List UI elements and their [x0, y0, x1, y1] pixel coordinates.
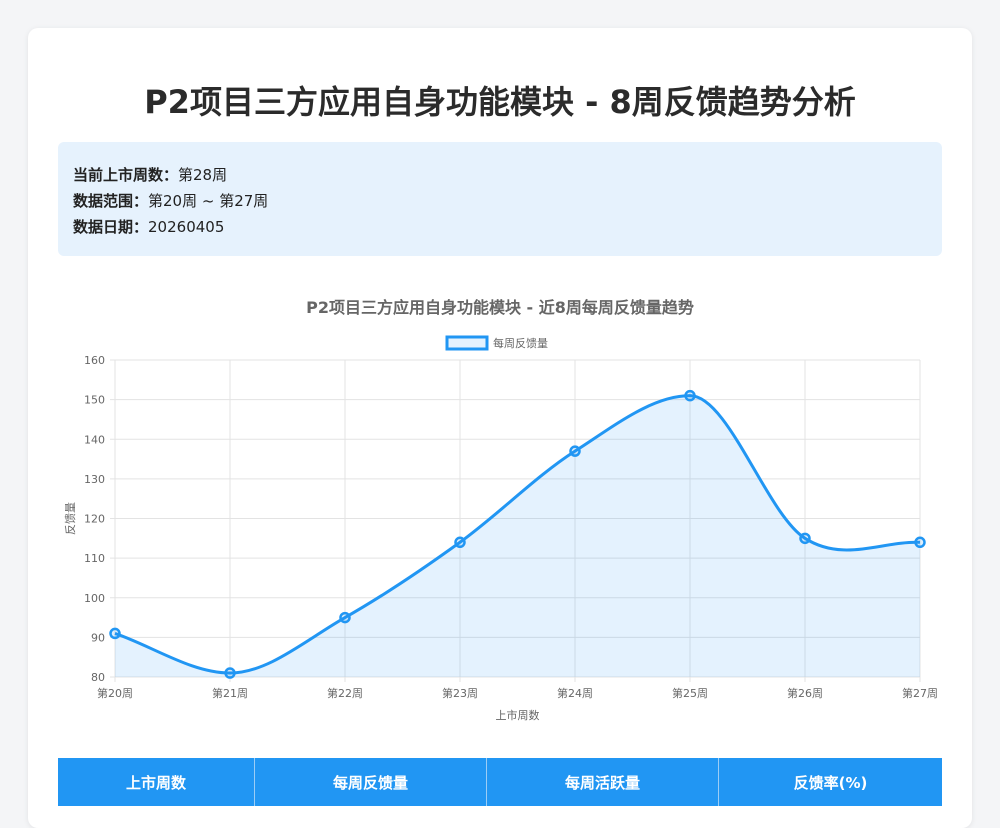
y-axis-title: 反馈量: [64, 502, 77, 535]
data-point: [684, 389, 696, 402]
x-tick-label: 第21周: [212, 686, 248, 700]
data-point: [799, 532, 811, 545]
x-tick-label: 第22周: [327, 686, 363, 700]
y-tick-label: 130: [84, 473, 105, 486]
info-row-current-week: 当前上市周数：第28周: [73, 162, 942, 188]
legend-label: 每周反馈量: [493, 336, 548, 350]
y-tick-label: 140: [84, 433, 105, 446]
info-value: 第20周 ~ 第27周: [148, 192, 269, 210]
info-row-data-date: 数据日期：20260405: [73, 214, 942, 240]
series-area-fill: [115, 395, 920, 677]
info-label: 当前上市周数：: [73, 166, 179, 184]
table-header-feedback: 每周反馈量: [255, 758, 487, 806]
data-point: [224, 667, 236, 679]
x-tick-label: 第20周: [97, 686, 133, 700]
info-box: 当前上市周数：第28周 数据范围：第20周 ~ 第27周 数据日期：202604…: [58, 142, 942, 256]
x-tick-label: 第24周: [557, 686, 593, 700]
page-title: P2项目三方应用自身功能模块 - 8周反馈趋势分析: [144, 83, 856, 121]
info-value: 20260405: [148, 218, 225, 236]
data-point: [339, 611, 351, 624]
table-header-rate: 反馈率(%): [793, 773, 868, 792]
chart-container: P2项目三方应用自身功能模块 - 近8周每周反馈量趋势 80 90 100 110 12…: [0, 280, 1000, 730]
y-tick-label: 100: [84, 592, 105, 605]
data-table-header: 上市周数 每周反馈量 每周活跃量 反馈率(%): [58, 758, 942, 806]
data-point: [454, 536, 466, 549]
y-tick-label: 150: [84, 394, 105, 407]
info-label: 数据范围：: [73, 192, 149, 210]
data-point: [914, 536, 926, 549]
x-axis-title: 上市周数: [496, 708, 540, 722]
x-tick-label: 第26周: [787, 686, 823, 700]
table-header-week: 上市周数: [58, 758, 255, 806]
data-point: [569, 445, 581, 457]
y-tick-label: 160: [84, 354, 105, 367]
y-tick-label: 90: [91, 631, 105, 644]
info-row-data-range: 数据范围：第20周 ~ 第27周: [73, 188, 942, 214]
legend-swatch: [445, 335, 489, 351]
x-tick-label: 第27周: [902, 686, 938, 700]
table-header-active: 每周活跃量: [487, 758, 719, 806]
x-tick-label: 第25周: [672, 686, 708, 700]
line-chart: 80 90 100 110 120 130 140 150 160 第20周 第21周 第22周 第23…: [64, 335, 938, 722]
y-tick-label: 120: [84, 513, 105, 526]
info-label: 数据日期：: [73, 218, 149, 236]
y-tick-label: 80: [91, 671, 105, 684]
data-point: [109, 627, 121, 640]
info-value: 第28周: [178, 166, 228, 184]
x-tick-label: 第23周: [442, 686, 478, 700]
y-tick-label: 110: [84, 552, 105, 565]
